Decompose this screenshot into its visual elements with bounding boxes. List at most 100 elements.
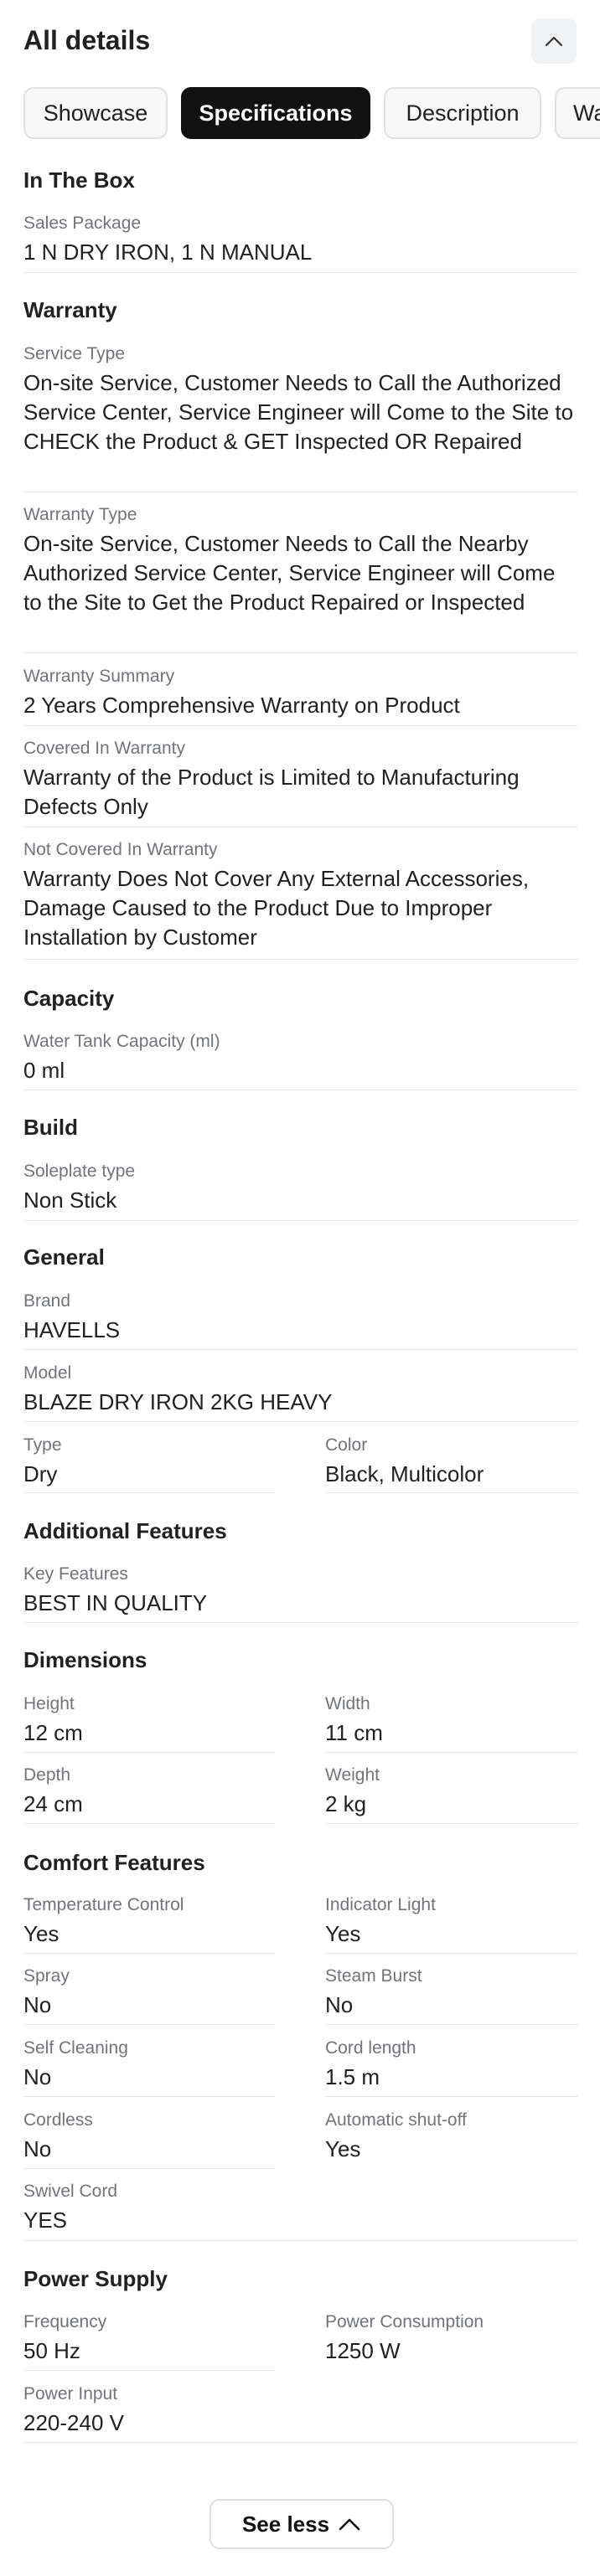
spec-value: Warranty Does Not Cover Any External Acc… [23,866,530,950]
spec-weight: Weight 2 kg [325,1765,577,1819]
spec-value: Yes [325,1921,361,1946]
section-title-dimensions: Dimensions [23,1647,147,1672]
spec-value: HAVELLS [23,1317,121,1342]
tab-specifications[interactable]: Specifications [181,87,370,139]
spec-value: No [23,2136,52,2161]
spec-soleplate-type: Soleplate type Non Stick [23,1161,578,1215]
spec-covered-in-warranty: Covered In Warranty Warranty of the Prod… [23,738,578,822]
spec-model: Model BLAZE DRY IRON 2KG HEAVY [23,1363,578,1417]
spec-warranty-type: Warranty Type On-site Service, Customer … [23,504,578,617]
spec-swivel-cord: Swivel Cord YES [23,2181,275,2235]
spec-value: 220-240 V [23,2410,124,2435]
section-title-warranty: Warranty [23,297,117,322]
divider [23,725,578,726]
spec-cord-length: Cord length 1.5 m [325,2038,577,2092]
chevron-up-icon [545,36,563,47]
divider [23,1349,578,1350]
spec-value: YES [23,2208,68,2233]
spec-self-cleaning: Self Cleaning No [23,2038,275,2092]
tab-bar: Showcase Specifications Description Warr… [23,87,600,139]
spec-label: Spray [23,1966,70,1986]
spec-label: Not Covered In Warranty [23,840,218,859]
spec-label: Self Cleaning [23,2038,128,2058]
spec-steam-burst: Steam Burst No [325,1965,577,2020]
spec-value: 1250 W [325,2338,401,2363]
spec-label: Covered In Warranty [23,739,185,758]
tab-showcase[interactable]: Showcase [23,87,168,139]
spec-water-tank-capacity: Water Tank Capacity (ml) 0 ml [23,1031,578,1085]
spec-label: Color [325,1435,368,1455]
tab-description[interactable]: Description [384,87,541,139]
divider [23,2442,578,2443]
spec-label: Model [23,1363,72,1383]
spec-cordless: Cordless No [23,2110,275,2164]
spec-value: Warranty of the Product is Limited to Ma… [23,765,520,819]
spec-value: Non Stick [23,1188,117,1213]
spec-label: Cord length [325,2038,416,2058]
spec-label: Temperature Control [23,1895,184,1914]
spec-value: BLAZE DRY IRON 2KG HEAVY [23,1389,333,1414]
spec-label: Indicator Light [325,1895,436,1914]
spec-label: Depth [23,1765,71,1785]
spec-label: Automatic shut-off [325,2110,467,2130]
spec-value: 2 kg [325,1791,367,1816]
spec-value: 24 cm [23,1791,83,1816]
divider [23,1953,275,1954]
spec-value: On-site Service, Customer Needs to Call … [23,370,574,454]
divider [23,1220,578,1221]
spec-label: Soleplate type [23,1162,136,1181]
divider [23,1622,578,1623]
spec-label: Cordless [23,2110,93,2130]
spec-value: On-site Service, Customer Needs to Call … [23,531,556,615]
spec-service-type: Service Type On-site Service, Customer N… [23,343,578,456]
spec-value: No [23,1992,52,2017]
spec-automatic-shut-off: Automatic shut-off Yes [325,2110,577,2164]
spec-label: Width [325,1694,370,1713]
spec-value: Dry [23,1461,58,1486]
spec-value: Black, Multicolor [325,1461,484,1486]
divider [23,959,578,960]
spec-label: Weight [325,1765,380,1785]
section-title-comfort-features: Comfort Features [23,1850,205,1875]
spec-value: 12 cm [23,1720,83,1745]
spec-warranty-summary: Warranty Summary 2 Years Comprehensive W… [23,666,578,720]
spec-color: Color Black, Multicolor [325,1435,577,1489]
divider [325,1492,578,1493]
spec-type: Type Dry [23,1435,275,1489]
spec-value: No [325,1992,354,2017]
divider [325,2024,578,2025]
divider [23,2168,275,2169]
spec-power-input: Power Input 220-240 V [23,2383,275,2438]
spec-depth: Depth 24 cm [23,1765,275,1819]
spec-spray: Spray No [23,1965,275,2020]
spec-label: Warranty Summary [23,667,175,686]
spec-label: Type [23,1435,62,1455]
divider [23,652,578,653]
spec-value: 1.5 m [325,2064,380,2089]
spec-label: Power Input [23,2384,118,2403]
divider [23,2240,578,2241]
collapse-button[interactable] [531,18,577,64]
section-title-capacity: Capacity [23,986,115,1011]
spec-temperature-control: Temperature Control Yes [23,1894,275,1949]
divider [325,2096,578,2097]
divider [23,1823,275,1824]
spec-label: Swivel Cord [23,2182,118,2201]
divider [23,2096,275,2097]
spec-value: Yes [325,2136,361,2161]
tab-warranty[interactable]: Warranty [555,87,600,139]
section-title-general: General [23,1244,105,1270]
spec-value: 0 ml [23,1058,65,1083]
spec-label: Service Type [23,344,126,363]
spec-key-features: Key Features BEST IN QUALITY [23,1564,578,1618]
divider [325,1752,578,1753]
spec-label: Steam Burst [325,1966,422,1986]
divider [23,2024,275,2025]
spec-value: 11 cm [325,1720,383,1745]
divider [23,1421,578,1422]
section-title-power-supply: Power Supply [23,2266,168,2291]
spec-label: Power Consumption [325,2312,484,2331]
section-title-build: Build [23,1115,78,1140]
see-less-button[interactable]: See less [209,2499,394,2549]
spec-label: Frequency [23,2312,107,2331]
